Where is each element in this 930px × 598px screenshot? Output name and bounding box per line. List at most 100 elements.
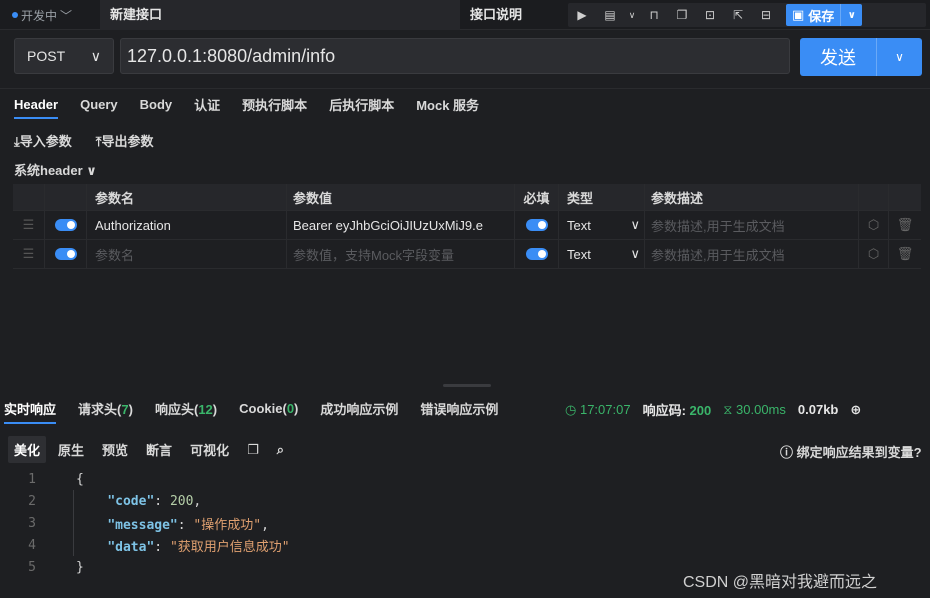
time-stamp: ◷ 17:07:07 — [565, 402, 631, 418]
search-icon[interactable]: ⌕ — [271, 438, 290, 462]
code-text: "message": "操作成功", — [107, 517, 269, 533]
param-value-input[interactable]: Bearer eyJhbGciOiJIUzUxMiJ9.e — [287, 211, 515, 239]
save-button[interactable]: ▣ 保存 ∨ — [786, 4, 863, 26]
code-line: 3 "message": "操作成功", — [0, 512, 930, 534]
table-row: ☰ Authorization Bearer eyJhbGciOiJIUzUxM… — [13, 211, 921, 240]
param-desc-input[interactable]: 参数描述,用于生成文档 — [645, 211, 859, 239]
tab-realtime-response[interactable]: 实时响应 — [4, 399, 57, 424]
tab-pre-script[interactable]: 预执行脚本 — [242, 95, 307, 114]
tab-label: 请求头 — [78, 401, 118, 417]
url-input[interactable]: 127.0.0.1:8080/admin/info — [120, 38, 790, 74]
tab-post-script[interactable]: 后执行脚本 — [329, 95, 394, 114]
col-name: 参数名 — [87, 184, 287, 210]
tab-cookie[interactable]: Cookie(0) — [239, 401, 298, 416]
chevron-down-icon: ∨ — [86, 163, 97, 178]
copy-icon[interactable]: ❐ — [668, 3, 696, 27]
export-icon[interactable]: ⊟ — [752, 3, 780, 27]
tab-header[interactable]: Header — [14, 97, 59, 119]
export-params-button[interactable]: ⤒导出参数 — [96, 131, 154, 150]
tab-body[interactable]: Body — [140, 97, 173, 112]
tab-error-example[interactable]: 错误响应示例 — [420, 399, 498, 418]
api-name-field[interactable]: 新建接口 — [100, 0, 460, 30]
json-value: "操作成功" — [193, 517, 262, 533]
count-badge: 12 — [198, 401, 213, 417]
table-header-row: 参数名 参数值 必填 类型 参数描述 — [13, 184, 921, 211]
chevron-down-icon: ∨ — [90, 47, 101, 64]
chevron-down-icon[interactable]: ∨ — [840, 4, 862, 26]
tab-query[interactable]: Query — [80, 97, 118, 112]
code-icon[interactable]: ⊡ — [696, 3, 724, 27]
col-type: 类型 — [559, 184, 645, 210]
count-badge: 7 — [121, 401, 129, 417]
send-button[interactable]: 发送 ∨ — [800, 38, 922, 76]
required-toggle[interactable] — [525, 248, 548, 260]
trash-icon[interactable]: 🗑 — [889, 240, 921, 268]
status-dropdown[interactable]: 开发中 ﹀ — [12, 6, 72, 24]
col-required: 必填 — [515, 184, 559, 210]
send-label: 发送 — [820, 48, 856, 68]
chevron-down-icon[interactable]: ∨ — [876, 38, 922, 76]
col-value: 参数值 — [287, 184, 515, 210]
param-name-input[interactable]: 参数名 — [87, 240, 287, 268]
share-icon[interactable]: ⇱ — [724, 3, 752, 27]
code-line: 1{ — [0, 468, 930, 490]
run-icon[interactable]: ▶ — [568, 3, 596, 27]
response-meta: ◷ 17:07:07 响应码: 200 ⧖ 30.00ms 0.07kb ⊕ — [565, 400, 861, 419]
drag-handle-icon[interactable]: ☰ — [13, 211, 45, 239]
type-select[interactable]: Text ∨ — [559, 211, 645, 239]
duration: ⧖ 30.00ms — [723, 402, 786, 418]
drag-handle-icon[interactable]: ☰ — [13, 240, 45, 268]
cube-icon[interactable]: ⬡ — [859, 240, 889, 268]
drag-col — [13, 184, 45, 210]
param-value-input[interactable]: 参数值，支持Mock字段变量 — [287, 240, 515, 268]
import-label: 导入参数 — [19, 134, 72, 149]
type-select[interactable]: Text ∨ — [559, 240, 645, 268]
json-key: "message" — [107, 517, 178, 533]
api-doc-button[interactable]: 接口说明 — [470, 0, 522, 30]
duration-value: 30.00ms — [736, 401, 786, 417]
view-visualize[interactable]: 可视化 — [184, 436, 235, 463]
request-tabs: Header Query Body 认证 预执行脚本 后执行脚本 Mock 服务 — [0, 88, 930, 120]
import-params-button[interactable]: ⤓导入参数 — [14, 131, 72, 150]
json-value: 200 — [169, 493, 194, 509]
tab-response-headers[interactable]: 响应头(12) — [155, 399, 217, 418]
view-beautify[interactable]: 美化 — [8, 436, 47, 463]
status-dot-icon — [12, 12, 18, 18]
cube-icon[interactable]: ⬡ — [859, 211, 889, 239]
code-text: } — [76, 559, 84, 575]
tab-request-headers[interactable]: 请求头(7) — [78, 399, 133, 418]
required-toggle[interactable] — [525, 219, 548, 231]
copy-icon[interactable]: ❐ — [241, 438, 265, 462]
save-label: 保存 — [808, 8, 835, 24]
view-preview[interactable]: 预览 — [96, 436, 134, 463]
globe-icon[interactable]: ⊕ — [850, 402, 861, 418]
chevron-down-icon: ∨ — [630, 246, 640, 261]
tab-mock[interactable]: Mock 服务 — [416, 95, 479, 114]
enable-toggle[interactable] — [54, 219, 77, 231]
bind-label: 绑定响应结果到变量? — [796, 445, 922, 460]
layout-icon[interactable]: ▤ — [596, 3, 624, 27]
system-header-toggle[interactable]: 系统header ∨ — [14, 160, 97, 179]
status-code-label: 响应码: — [642, 403, 686, 418]
param-desc-input[interactable]: 参数描述,用于生成文档 — [645, 240, 859, 268]
tab-auth[interactable]: 认证 — [194, 95, 220, 114]
trash-icon[interactable]: 🗑 — [889, 211, 921, 239]
panel-splitter[interactable] — [443, 384, 491, 387]
chevron-down-icon[interactable]: ∨ — [624, 3, 640, 27]
enable-toggle[interactable] — [54, 248, 77, 260]
method-select[interactable]: POST ∨ — [14, 38, 114, 74]
json-value: "获取用户信息成功" — [169, 539, 290, 555]
help-icon: ⓘ — [780, 445, 794, 460]
param-name-input[interactable]: Authorization — [87, 211, 287, 239]
bind-response-variable-button[interactable]: ⓘ 绑定响应结果到变量? — [780, 442, 922, 461]
view-assert[interactable]: 断言 — [140, 436, 178, 463]
json-key: "code" — [107, 493, 155, 509]
clock-icon: ◷ — [565, 401, 577, 417]
view-raw[interactable]: 原生 — [52, 436, 90, 463]
params-table: 参数名 参数值 必填 类型 参数描述 ☰ Authorization Beare… — [13, 184, 921, 269]
tab-success-example[interactable]: 成功响应示例 — [320, 399, 398, 418]
unlock-icon[interactable]: ⊓ — [640, 3, 668, 27]
status-code-value: 200 — [689, 403, 712, 418]
action-col — [859, 184, 889, 210]
code-text: { — [76, 471, 84, 487]
